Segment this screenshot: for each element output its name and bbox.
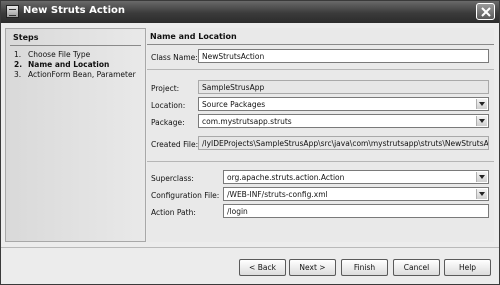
app-icon: [6, 5, 19, 18]
help-button[interactable]: Help: [444, 259, 491, 276]
step-label: Choose File Type: [28, 50, 91, 59]
next-button[interactable]: Next >: [289, 259, 336, 276]
close-icon: [481, 7, 491, 17]
project-label: Project:: [151, 84, 180, 93]
chevron-down-icon[interactable]: [476, 172, 487, 182]
step-number: 1.: [14, 50, 22, 59]
superclass-combo[interactable]: org.apache.struts.action.Action: [223, 170, 489, 184]
page-title: Name and Location: [150, 32, 237, 41]
location-select[interactable]: Source Packages: [198, 97, 489, 111]
location-value: Source Packages: [202, 100, 266, 109]
steps-heading: Steps: [13, 33, 39, 42]
separator: [147, 69, 494, 70]
superclass-value: org.apache.struts.action.Action: [227, 173, 345, 182]
back-button[interactable]: < Back: [239, 259, 286, 276]
action-path-label: Action Path:: [151, 208, 196, 217]
window-title: New Struts Action: [23, 5, 125, 16]
dialog-window: New Struts Action Steps 1. Choose File Ty…: [0, 0, 500, 285]
class-name-label: Class Name:: [151, 53, 198, 62]
step-name-and-location: 2. Name and Location: [14, 60, 109, 69]
steps-divider: [10, 45, 141, 46]
package-combo[interactable]: com.mystrutsapp.struts: [198, 114, 489, 128]
chevron-down-icon[interactable]: [476, 116, 487, 126]
package-label: Package:: [151, 118, 185, 127]
project-field: SampleStrusApp: [198, 80, 489, 94]
action-path-input[interactable]: /login: [223, 204, 489, 218]
superclass-label: Superclass:: [151, 174, 194, 183]
title-bar[interactable]: New Struts Action: [1, 1, 499, 23]
config-file-select[interactable]: /WEB-INF/struts-config.xml: [223, 187, 489, 201]
steps-panel: Steps 1. Choose File Type 2. Name and Loca…: [5, 28, 146, 242]
step-actionform-bean: 3. ActionForm Bean, Parameter: [14, 70, 136, 79]
package-value: com.mystrutsapp.struts: [202, 117, 292, 126]
location-label: Location:: [151, 101, 186, 110]
chevron-down-icon[interactable]: [476, 99, 487, 109]
close-button[interactable]: [476, 3, 495, 20]
class-name-input[interactable]: NewStrutsAction: [198, 49, 489, 63]
content-divider: [147, 44, 494, 45]
step-number: 3.: [14, 70, 22, 79]
config-file-label: Configuration File:: [151, 191, 220, 200]
finish-button[interactable]: Finish: [341, 259, 388, 276]
footer-divider: [1, 247, 499, 248]
config-file-value: /WEB-INF/struts-config.xml: [227, 190, 328, 199]
step-label: ActionForm Bean, Parameter: [28, 70, 136, 79]
chevron-down-icon[interactable]: [476, 189, 487, 199]
created-file-label: Created File:: [151, 140, 199, 149]
step-choose-file-type: 1. Choose File Type: [14, 50, 90, 59]
step-label: Name and Location: [28, 60, 110, 69]
separator: [147, 161, 494, 162]
cancel-button[interactable]: Cancel: [393, 259, 440, 276]
content-panel: Name and Location Class Name: NewStrutsA…: [147, 28, 494, 242]
step-number: 2.: [14, 60, 23, 69]
created-file-field: /lyIDEProjects\SampleStrusApp\src\java\c…: [198, 136, 489, 150]
